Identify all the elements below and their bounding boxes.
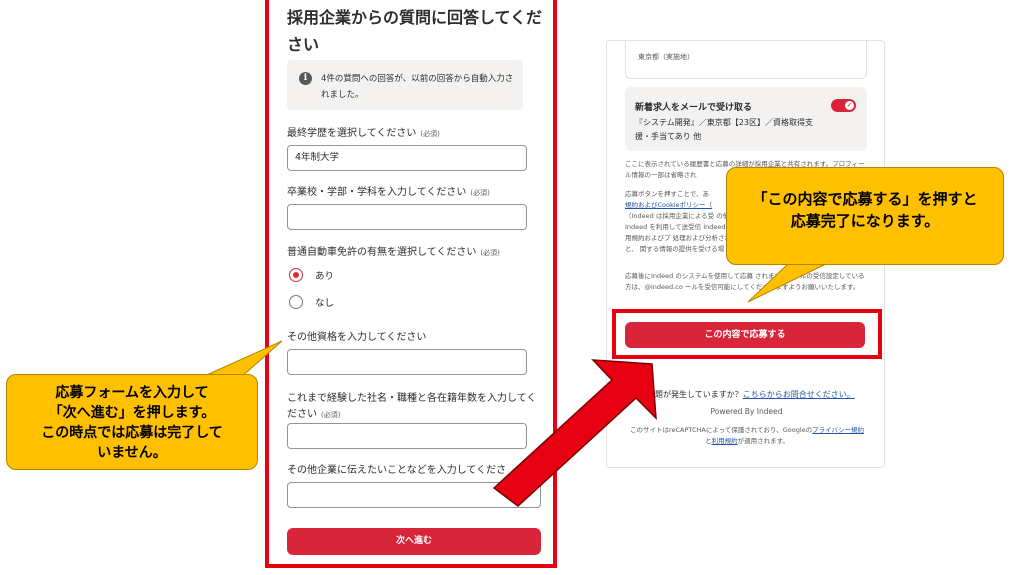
callout-line: いません。 [97, 445, 167, 461]
callout-line: 応募完了になります。 [790, 212, 940, 230]
annotation-overlay [199, 261, 831, 507]
red-arrow-icon [492, 359, 657, 507]
check-icon: ✓ [846, 101, 853, 109]
callout-line: 「この内容で応募する」を押すと [752, 190, 978, 208]
callout-apply-complete: 「この内容で応募する」を押すと 応募完了になります。 [726, 167, 1004, 265]
right-callout-pointer [747, 261, 831, 303]
callout-fill-form: 応募フォームを入力して 「次へ進む」を押します。 この時点では応募は完了して い… [6, 374, 258, 470]
callout-line: 応募フォームを入力して [55, 385, 209, 401]
callout-line: 「次へ進む」を押します。 [48, 405, 216, 421]
callout-line: この時点では応募は完了して [41, 425, 223, 441]
left-callout-pointer [199, 340, 283, 379]
